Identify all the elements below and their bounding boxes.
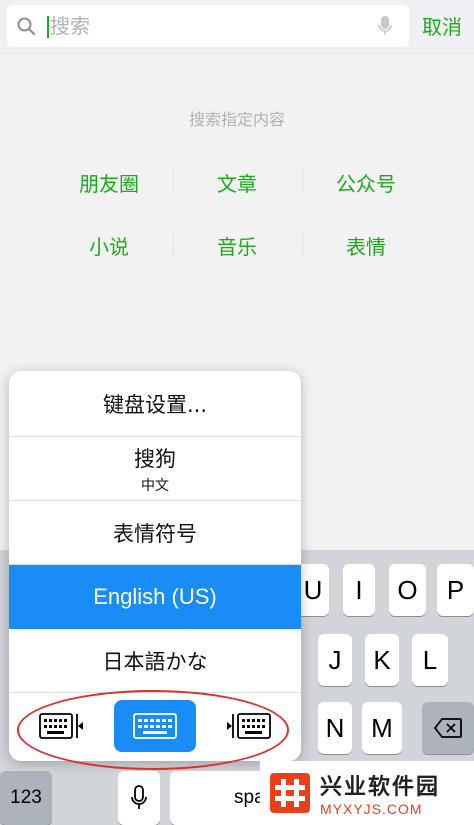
search-bar: 取消: [0, 0, 474, 54]
cancel-button[interactable]: 取消: [422, 11, 462, 40]
search-hint: 搜索指定内容: [188, 110, 285, 129]
menu-item-english-us[interactable]: English (US): [9, 565, 301, 629]
backspace-icon: [434, 718, 462, 738]
watermark-title: 兴业软件园: [320, 775, 441, 800]
menu-item-sogou[interactable]: 搜狗 中文: [9, 437, 301, 501]
category-divider: [173, 229, 174, 255]
key-j[interactable]: J: [318, 634, 352, 686]
space-key[interactable]: spa: [170, 771, 270, 825]
category-articles[interactable]: 文章: [173, 168, 301, 197]
menu-item-label: 表情符号: [113, 521, 197, 546]
key-l[interactable]: L: [412, 634, 448, 686]
microphone-icon[interactable]: [377, 15, 393, 37]
annotation-ellipse: [17, 690, 289, 770]
menu-item-japanese-kana[interactable]: 日本語かな: [9, 629, 301, 693]
category-official-accounts[interactable]: 公众号: [302, 168, 430, 197]
watermark-logo-icon: [270, 773, 310, 813]
category-novels[interactable]: 小说: [45, 231, 173, 260]
key-p[interactable]: P: [437, 564, 474, 616]
key-i[interactable]: I: [343, 564, 375, 616]
key-o[interactable]: O: [389, 564, 426, 616]
watermark: 兴业软件园 MYXYJS.COM: [260, 761, 474, 825]
numbers-key[interactable]: 123: [0, 771, 52, 825]
watermark-url: MYXYJS.COM: [320, 801, 423, 817]
category-divider: [302, 229, 303, 255]
search-icon: [17, 17, 35, 35]
key-m[interactable]: M: [362, 702, 402, 754]
microphone-icon: [131, 785, 147, 809]
key-k[interactable]: K: [365, 634, 399, 686]
menu-item-label: English (US): [93, 584, 217, 609]
delete-key[interactable]: [422, 702, 474, 754]
key-n[interactable]: N: [318, 702, 352, 754]
category-stickers[interactable]: 表情: [302, 231, 430, 260]
category-moments[interactable]: 朋友圈: [45, 168, 173, 197]
search-input[interactable]: [50, 10, 370, 42]
menu-item-label: 键盘设置...: [102, 392, 208, 417]
menu-item-keyboard-settings[interactable]: 键盘设置...: [9, 371, 301, 437]
menu-item-emoji[interactable]: 表情符号: [9, 501, 301, 565]
category-divider: [173, 166, 174, 192]
menu-item-sublabel: 中文: [141, 477, 169, 494]
dictation-key[interactable]: [118, 771, 160, 825]
category-music[interactable]: 音乐: [173, 231, 301, 260]
search-box[interactable]: [7, 5, 409, 47]
key-u[interactable]: U: [297, 564, 329, 616]
menu-item-label: 日本語かな: [102, 649, 208, 674]
menu-item-label: 搜狗: [134, 446, 176, 471]
category-divider: [302, 166, 303, 192]
text-cursor: [47, 16, 49, 38]
